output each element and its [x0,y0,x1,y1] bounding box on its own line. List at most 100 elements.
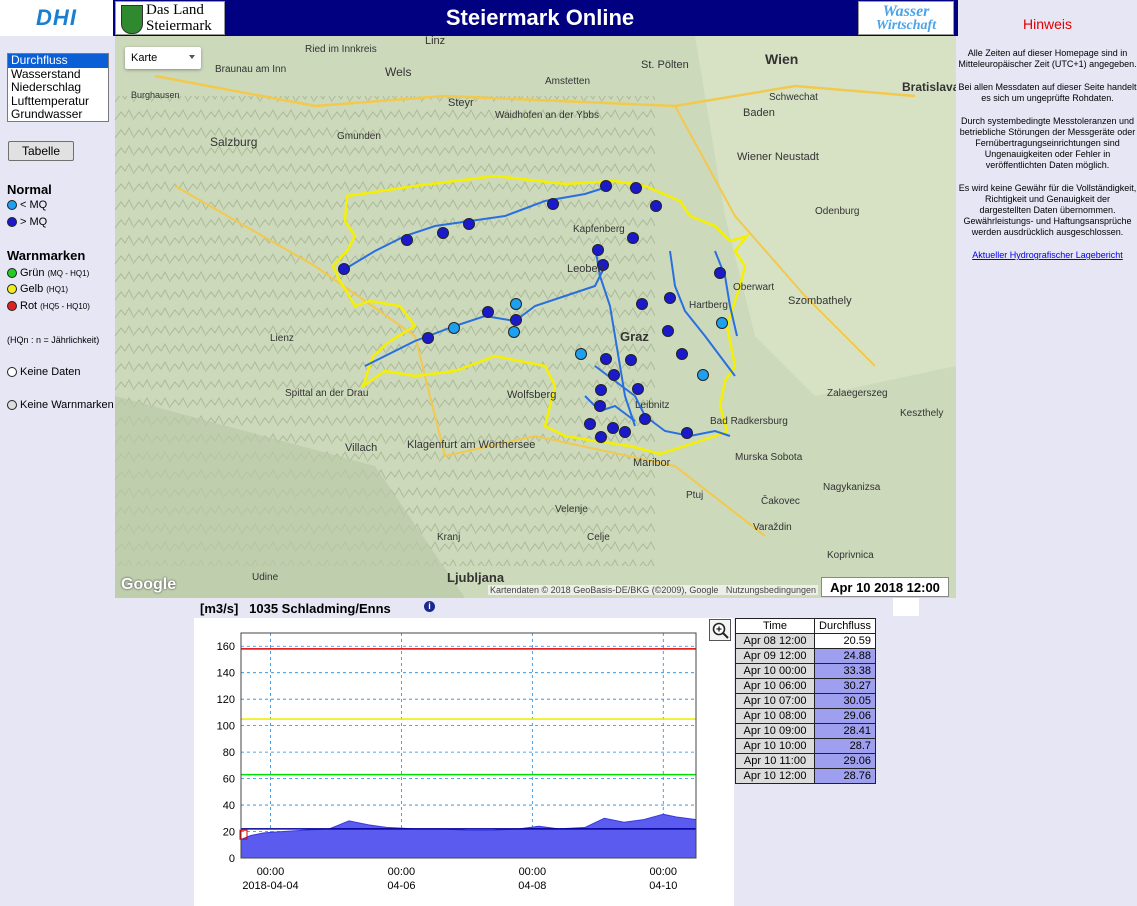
station-marker[interactable] [608,369,620,381]
station-marker[interactable] [510,314,522,326]
legend-label: Grün [20,267,45,279]
lagebericht-link[interactable]: Aktueller Hydrografischer Lagebericht [972,250,1123,260]
param-option-niederschlag[interactable]: Niederschlag [8,80,108,95]
map-label: Salzburg [210,135,257,149]
station-marker[interactable] [664,292,676,304]
station-marker[interactable] [510,298,522,310]
param-option-lufttemperatur[interactable]: Lufttemperatur [8,94,108,109]
param-option-wasserstand[interactable]: Wasserstand [8,67,108,82]
chart-unit: [m3/s] [200,601,239,616]
table-row: Apr 10 00:00 33.38 [735,663,876,679]
station-marker[interactable] [401,234,413,246]
table-header-time: Time [735,618,815,634]
land-steiermark-logo[interactable]: Das Land Steiermark [115,1,225,35]
station-marker[interactable] [607,422,619,434]
y-tick-label: 60 [223,774,235,786]
station-marker[interactable] [448,322,460,334]
station-marker[interactable] [584,418,596,430]
station-marker[interactable] [639,413,651,425]
station-marker[interactable] [716,317,728,329]
station-marker[interactable] [630,182,642,194]
station-marker[interactable] [338,263,350,275]
map-label: Ptuj [686,490,703,501]
table-row: Apr 10 08:00 29.06 [735,708,876,724]
map-area[interactable]: Wels Steyr St. Pölten Wien Bratislava Sa… [115,36,956,598]
station-marker[interactable] [650,200,662,212]
info-icon[interactable]: i [424,601,435,612]
station-marker[interactable] [437,227,449,239]
tabelle-button[interactable]: Tabelle [8,141,74,161]
value-cell: 20.59 [814,633,876,649]
station-marker[interactable] [681,427,693,439]
station-marker[interactable] [482,306,494,318]
param-option-grundwasser[interactable]: Grundwasser [8,107,108,122]
ww-logo-line2: Wirtschaft [875,18,937,33]
station-marker[interactable] [463,218,475,230]
zoom-button[interactable] [709,619,731,641]
station-marker[interactable] [714,267,726,279]
x-tick-time: 00:00 [257,866,285,878]
hinweis-text: Alle Zeiten auf dieser Homepage sind in … [958,48,1137,69]
station-marker[interactable] [676,348,688,360]
hinweis-heading: Hinweis [958,0,1137,36]
time-cell: Apr 10 08:00 [735,708,815,724]
legend-label: Gelb [20,283,44,295]
station-marker[interactable] [636,298,648,310]
legend-item-rot: Rot (HQ5 - HQ10) [7,300,90,312]
station-marker[interactable] [600,180,612,192]
station-marker[interactable] [595,431,607,443]
station-marker[interactable] [632,383,644,395]
green-dot-icon [7,268,17,278]
station-marker[interactable] [595,384,607,396]
time-cell: Apr 10 07:00 [735,693,815,709]
value-cell: 29.06 [814,753,876,769]
map-label: Leoben [567,263,604,275]
param-option-durchfluss[interactable]: Durchfluss [8,53,108,68]
map-label: Ried im Innkreis [305,44,377,55]
map-label: Kranj [437,532,460,543]
x-tick-date: 04-06 [387,880,415,892]
station-marker[interactable] [422,332,434,344]
station-marker[interactable] [619,426,631,438]
map-label: Čakovec [761,494,800,507]
hydrograph-chart: 0 20 40 60 80 100 120 140 160 00:00 2018-04-04 00:0… [217,632,697,892]
map-canvas[interactable]: Wels Steyr St. Pölten Wien Bratislava Sa… [115,36,956,598]
time-cell: Apr 10 06:00 [735,678,815,694]
table-row: Apr 10 11:00 29.06 [735,753,876,769]
legend-label: < MQ [20,199,48,211]
wasserwirtschaft-logo[interactable]: Wasser Wirtschaft [858,1,954,35]
y-tick-label: 80 [223,747,235,759]
map-label: Celje [587,532,610,543]
table-row: Apr 10 12:00 28.76 [735,768,876,784]
station-marker[interactable] [594,400,606,412]
station-marker[interactable] [627,232,639,244]
legend-sub: (HQ5 - HQ10) [40,301,90,311]
x-tick-date: 04-08 [518,880,546,892]
map-label: Odenburg [815,206,859,217]
station-marker[interactable] [575,348,587,360]
chart-panel: 0 20 40 60 80 100 120 140 160 00:00 2018-04-04 00:0… [194,618,734,906]
station-marker[interactable] [508,326,520,338]
y-tick-label: 20 [223,827,235,839]
station-marker[interactable] [697,369,709,381]
station-marker[interactable] [662,325,674,337]
value-cell: 24.88 [814,648,876,664]
station-marker[interactable] [600,353,612,365]
map-credit-text: Kartendaten © 2018 GeoBasis-DE/BKG (©200… [490,585,719,595]
table-row: Apr 10 09:00 28.41 [735,723,876,739]
map-label: Varaždin [753,522,792,533]
map-label: Lienz [270,333,294,344]
map-label: Maribor [633,457,671,469]
map-type-select[interactable]: Karte [125,47,201,69]
station-marker[interactable] [625,354,637,366]
map-label: Villach [345,442,377,454]
dhi-logo[interactable]: DHI [0,0,113,36]
terms-link[interactable]: Nutzungsbedingungen [726,585,816,595]
value-cell: 28.7 [814,738,876,754]
station-marker[interactable] [592,244,604,256]
legend-item-gruen: Grün (MQ - HQ1) [7,267,89,279]
value-cell: 28.41 [814,723,876,739]
station-marker[interactable] [547,198,559,210]
parameter-listbox[interactable]: Durchfluss Wasserstand Niederschlag Luft… [7,53,109,122]
legend-warn-heading: Warnmarken [7,248,86,263]
